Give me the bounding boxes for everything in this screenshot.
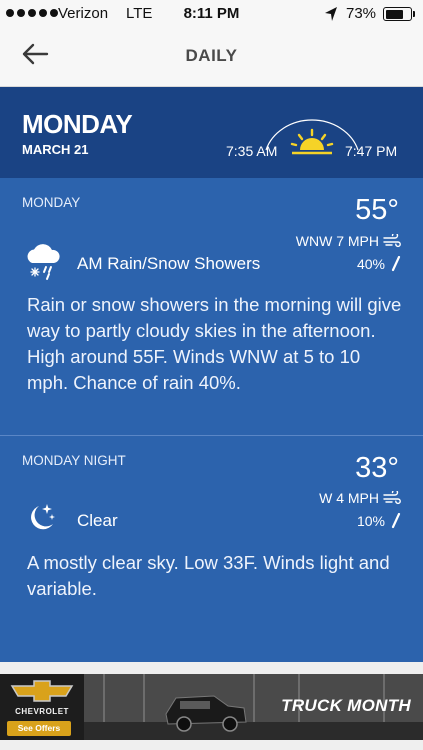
day-header: MONDAY MARCH 21 7:35 AM 7:47 PM: [0, 87, 423, 178]
wind-speed: W 4 MPH: [319, 490, 379, 506]
battery-icon: [383, 7, 415, 21]
day-date: MARCH 21: [22, 142, 89, 157]
raindrop-icon: [391, 256, 401, 272]
temperature: 55°: [355, 194, 399, 226]
battery-level-fill: [385, 9, 404, 19]
ad-headline: TRUCK MONTH: [281, 696, 411, 715]
page-title: DAILY: [185, 46, 238, 65]
sunrise-time: 7:35 AM: [226, 143, 278, 159]
status-bar: Verizon LTE 8:11 PM 73%: [0, 0, 423, 30]
ad-image: TRUCK MONTH: [84, 674, 423, 740]
location-arrow-icon: [325, 7, 337, 21]
precip-info: 40%: [357, 256, 401, 272]
wind-icon: [383, 234, 401, 248]
night-forecast: MONDAY NIGHT 33° W 4 MPH 10% Clear A mos…: [0, 436, 423, 662]
day-forecast: MONDAY 55° WNW 7 MPH 40% AM Rain/Snow Sh…: [0, 178, 423, 435]
raindrop-icon: [391, 513, 401, 529]
precip-chance: 10%: [356, 513, 385, 529]
period-label: MONDAY NIGHT: [22, 453, 126, 468]
chevrolet-logo-icon: [10, 680, 74, 702]
wind-speed: WNW 7 MPH: [295, 233, 379, 249]
sunset-time: 7:47 PM: [345, 143, 398, 159]
wind-info: W 4 MPH: [319, 490, 401, 506]
precip-chance: 40%: [356, 256, 385, 272]
top-bar: Verizon LTE 8:11 PM 73% DAILY: [0, 0, 423, 87]
condition-text: Clear: [77, 511, 118, 530]
ad-banner[interactable]: CHEVROLET See Offers TRUCK MONTH: [0, 674, 423, 740]
ad-container: CHEVROLET See Offers TRUCK MONTH: [0, 662, 423, 750]
battery-percent: 73%: [346, 5, 377, 22]
temperature: 33°: [355, 452, 399, 484]
see-offers-button[interactable]: See Offers: [7, 721, 71, 736]
day-name: MONDAY: [22, 109, 133, 139]
ad-brand-panel: CHEVROLET See Offers: [0, 674, 84, 740]
forecast-narrative: Rain or snow showers in the morning will…: [27, 294, 402, 393]
rain-snow-cloud-icon: [27, 244, 60, 280]
wind-info: WNW 7 MPH: [296, 233, 401, 249]
precip-info: 10%: [357, 513, 401, 529]
wind-icon: [383, 491, 401, 505]
ad-brand-name: CHEVROLET: [15, 707, 69, 716]
condition-text: AM Rain/Snow Showers: [77, 254, 261, 273]
period-label: MONDAY: [22, 195, 81, 210]
moon-stars-icon: [31, 504, 55, 530]
forecast-narrative: A mostly clear sky. Low 33F. Winds light…: [27, 552, 390, 599]
